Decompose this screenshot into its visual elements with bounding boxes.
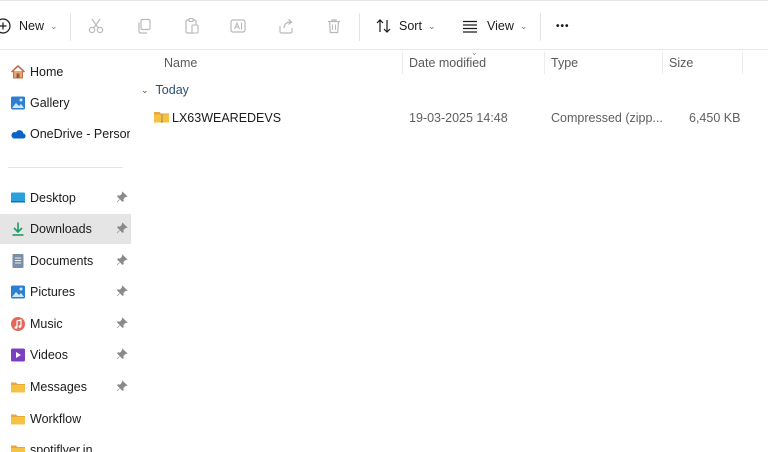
- delete-icon: [325, 17, 343, 35]
- sidebar-item-music[interactable]: Music: [0, 309, 131, 339]
- pictures-icon: [10, 284, 26, 300]
- sidebar-item-messages[interactable]: Messages: [0, 372, 131, 402]
- copy-icon: [135, 17, 153, 35]
- sort-button[interactable]: Sort ⌄: [375, 9, 435, 43]
- chevron-down-icon: ⌄: [427, 20, 436, 31]
- column-header-type[interactable]: Type: [551, 50, 661, 76]
- documents-icon: [10, 253, 26, 269]
- sidebar-item-label: OneDrive - Persona: [30, 127, 130, 141]
- sidebar-item-label: Messages: [30, 380, 87, 394]
- view-button[interactable]: View ⌄: [461, 9, 527, 43]
- onedrive-icon: [10, 126, 26, 142]
- zip-folder-icon: [153, 109, 170, 128]
- gallery-icon: [10, 95, 26, 111]
- sidebar-item-label: Home: [30, 65, 64, 79]
- new-button[interactable]: New ⌄: [0, 9, 58, 43]
- share-button[interactable]: [277, 9, 295, 43]
- cut-button[interactable]: [87, 9, 105, 43]
- folder-icon: [10, 442, 26, 452]
- command-bar: New ⌄ Sort ⌄ View ⌄ •••: [0, 0, 768, 50]
- pin-icon[interactable]: [116, 348, 128, 360]
- chevron-down-icon: ⌄: [141, 84, 149, 95]
- column-divider[interactable]: [742, 52, 743, 74]
- sidebar-item-documents[interactable]: Documents: [0, 246, 131, 276]
- file-type: Compressed (zipp...: [551, 111, 663, 125]
- column-header-label: Date modified: [409, 56, 487, 70]
- cut-icon: [87, 17, 105, 35]
- column-divider[interactable]: [544, 52, 545, 74]
- sidebar-item-pictures[interactable]: Pictures: [0, 277, 131, 307]
- chevron-down-icon: ⌄: [519, 20, 528, 31]
- sidebar-item-label: Desktop: [30, 191, 76, 205]
- file-name: LX63WEAREDEVS: [172, 111, 282, 125]
- column-header-date-modified[interactable]: Date modified: [409, 50, 539, 76]
- view-icon: [461, 17, 479, 35]
- chevron-down-icon: ⌄: [50, 20, 58, 31]
- pin-icon[interactable]: [116, 380, 128, 392]
- sidebar-item-label: Pictures: [30, 285, 76, 299]
- column-header-label: Type: [551, 56, 579, 70]
- sidebar-item-label: Documents: [30, 254, 94, 268]
- column-header-name[interactable]: Name: [164, 50, 394, 76]
- rename-icon: [229, 17, 247, 35]
- folder-icon: [10, 379, 26, 395]
- column-divider[interactable]: [402, 52, 403, 74]
- sidebar-item-spotiflyer[interactable]: spotiflyer.in: [0, 435, 131, 452]
- more-options-button[interactable]: •••: [556, 9, 570, 43]
- desktop-icon: [10, 190, 26, 206]
- folder-icon: [10, 411, 26, 427]
- sidebar-item-label: Videos: [30, 348, 68, 362]
- sidebar-item-label: spotiflyer.in: [30, 443, 93, 452]
- file-size: 6,450 KB: [689, 111, 741, 125]
- sort-icon: [375, 17, 393, 35]
- group-label: Today: [155, 83, 189, 97]
- pin-icon[interactable]: [116, 254, 128, 266]
- column-divider[interactable]: [662, 52, 663, 74]
- file-row[interactable]: LX63WEAREDEVS 19-03-2025 14:48 Compresse…: [141, 106, 758, 130]
- home-icon: [10, 64, 26, 80]
- toolbar-divider: [359, 13, 360, 41]
- sidebar-item-downloads[interactable]: Downloads: [0, 214, 131, 244]
- column-header-label: Name: [164, 56, 198, 70]
- pin-icon[interactable]: [116, 285, 128, 297]
- group-header-today[interactable]: ⌄ Today: [141, 83, 189, 97]
- share-icon: [277, 17, 295, 35]
- copy-button[interactable]: [135, 9, 153, 43]
- videos-icon: [10, 347, 26, 363]
- music-icon: [10, 316, 26, 332]
- sidebar-item-label: Gallery: [30, 96, 70, 110]
- sidebar-item-label: Music: [30, 317, 63, 331]
- sidebar-item-label: Workflow: [30, 412, 82, 426]
- sidebar-item-videos[interactable]: Videos: [0, 340, 131, 370]
- file-list-pane: ⌄ Name Date modified Type Size ⌄ Today L…: [131, 48, 768, 452]
- sort-label: Sort: [399, 19, 422, 33]
- paste-button[interactable]: [183, 9, 201, 43]
- delete-button[interactable]: [325, 9, 343, 43]
- view-label: View: [487, 19, 514, 33]
- rename-button[interactable]: [229, 9, 247, 43]
- column-header-label: Size: [669, 56, 694, 70]
- sidebar-item-gallery[interactable]: Gallery: [0, 88, 131, 118]
- toolbar-divider: [70, 13, 71, 41]
- new-label: New: [19, 19, 45, 33]
- toolbar-divider: [540, 13, 541, 41]
- pin-icon[interactable]: [116, 191, 128, 203]
- sidebar-item-onedrive[interactable]: OneDrive - Persona: [0, 119, 131, 149]
- sidebar-item-home[interactable]: Home: [0, 57, 131, 87]
- file-date-modified: 19-03-2025 14:48: [409, 111, 508, 125]
- sidebar-item-desktop[interactable]: Desktop: [0, 183, 131, 213]
- downloads-icon: [10, 221, 26, 237]
- plus-circle-icon: [0, 17, 12, 35]
- sidebar-item-workflow[interactable]: Workflow: [0, 404, 131, 434]
- pin-icon[interactable]: [116, 222, 128, 234]
- more-icon: •••: [556, 20, 570, 32]
- navigation-pane: Home Gallery OneDrive - Persona Desktop …: [0, 50, 131, 452]
- pin-icon[interactable]: [116, 317, 128, 329]
- paste-icon: [183, 17, 201, 35]
- sidebar-item-label: Downloads: [30, 222, 92, 236]
- sidebar-divider: [8, 167, 123, 168]
- column-header-size[interactable]: Size: [669, 50, 739, 76]
